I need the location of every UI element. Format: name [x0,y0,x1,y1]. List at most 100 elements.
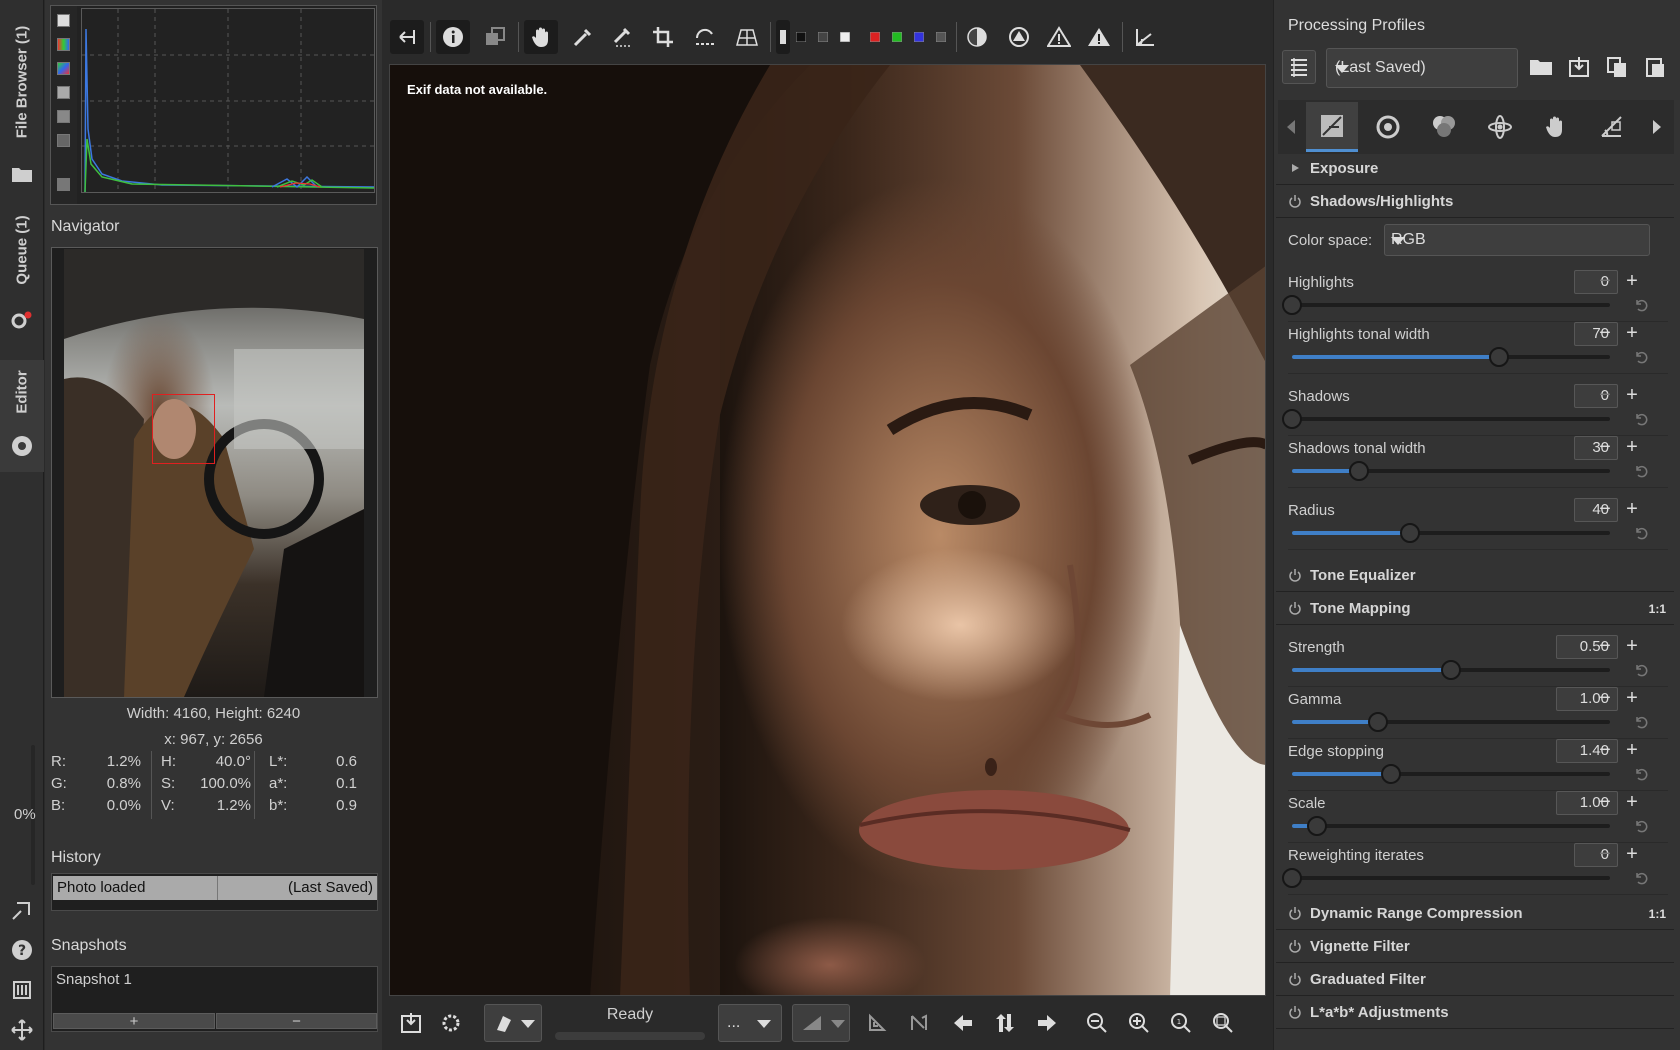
preview-black-swatch[interactable] [790,20,812,54]
color-picker-icon[interactable] [606,20,640,54]
help-icon[interactable]: ? [10,938,34,962]
send-to-editor-icon[interactable] [10,898,34,922]
decrement-button[interactable]: − [1594,791,1616,815]
reset-icon[interactable] [1634,871,1648,885]
profile-selector[interactable]: (Last Saved) [1326,48,1518,88]
increment-button[interactable]: + [1621,322,1643,346]
before-after-icon[interactable] [478,20,512,54]
preview-mode-rgb-button[interactable] [776,20,790,54]
slider-knob[interactable] [1441,660,1461,680]
previous-image-icon[interactable] [948,1006,978,1040]
tab-editor[interactable]: Editor [0,360,44,472]
image-canvas[interactable]: Exif data not available. [389,64,1266,996]
increment-button[interactable]: + [1621,739,1643,763]
section-tone-mapping[interactable]: Tone Mapping 1:1 [1276,593,1674,625]
decrement-button[interactable]: − [1594,739,1616,763]
decrement-button[interactable]: − [1594,843,1616,867]
preview-size-selector[interactable]: ... [718,1004,782,1042]
slider-knob[interactable] [1307,816,1328,836]
profile-list-icon[interactable] [1282,50,1316,84]
section-drc[interactable]: Dynamic Range Compression 1:1 [1276,898,1674,930]
histogram-mode-button[interactable] [57,178,70,191]
slider-knob[interactable] [1488,347,1509,367]
increment-button[interactable]: + [1621,498,1643,522]
increment-button[interactable]: + [1621,436,1643,460]
add-snapshot-button[interactable]: + [53,1013,215,1030]
navigator-preview[interactable] [51,247,378,698]
color-space-selector[interactable]: RGB [1384,224,1650,256]
tab-queue[interactable]: Queue (1) [0,200,44,330]
increment-button[interactable]: + [1621,635,1643,659]
param-slider[interactable] [1282,868,1610,888]
reset-icon[interactable] [1634,526,1648,540]
decrement-button[interactable]: − [1594,270,1616,294]
increment-button[interactable]: + [1621,687,1643,711]
external-editor-selector[interactable] [484,1004,542,1042]
reset-icon[interactable] [1634,663,1648,677]
histogram-rgb-button[interactable] [57,38,70,51]
decrement-button[interactable]: − [1594,322,1616,346]
decrement-button[interactable]: − [1594,498,1616,522]
decrement-button[interactable]: − [1594,436,1616,460]
section-exposure[interactable]: Exposure [1276,153,1674,185]
param-slider[interactable] [1282,295,1610,315]
histogram-luma-button[interactable] [57,62,70,75]
histogram-grid-button[interactable] [57,134,70,147]
slider-knob[interactable] [1282,409,1302,429]
white-balance-picker-icon[interactable] [566,20,600,54]
param-slider[interactable] [1292,816,1610,836]
histogram-raw-button[interactable] [57,14,70,27]
zoom-out-icon[interactable] [1082,1006,1112,1040]
param-slider[interactable] [1292,347,1610,367]
param-slider[interactable] [1292,764,1610,784]
clipping-warning-icon[interactable] [1082,20,1116,54]
output-profile-selector[interactable] [792,1004,850,1042]
slider-knob[interactable] [1380,764,1401,784]
snapshot-item[interactable]: Snapshot 1 [56,971,132,988]
tab-advanced[interactable] [1474,102,1526,152]
tab-scroll-left[interactable] [1278,102,1304,152]
zoom-in-icon[interactable] [1124,1006,1154,1040]
reset-icon[interactable] [1634,715,1648,729]
gamut-warning-icon[interactable] [1042,20,1076,54]
reset-icon[interactable] [1634,350,1648,364]
zoom-fit-icon[interactable] [1208,1006,1238,1040]
flip-vertical-icon[interactable] [862,1006,892,1040]
preferences-icon[interactable] [10,978,34,1002]
tab-details[interactable] [1362,102,1414,152]
preview-blue-channel[interactable] [908,20,930,54]
param-slider[interactable] [1292,461,1610,481]
param-slider[interactable] [1292,712,1610,732]
slider-knob[interactable] [1348,461,1369,481]
reset-icon[interactable] [1634,298,1648,312]
perspective-icon[interactable] [730,20,764,54]
slider-knob[interactable] [1282,868,1302,888]
slider-knob[interactable] [1399,523,1420,543]
tab-file-browser[interactable]: File Browser (1) [0,10,44,182]
reset-icon[interactable] [1634,819,1648,833]
slider-knob[interactable] [1367,712,1388,732]
paste-profile-icon[interactable] [1638,50,1672,84]
hide-left-panel-button[interactable] [390,20,424,54]
preview-luminance-channel[interactable] [930,20,952,54]
preview-red-channel[interactable] [864,20,886,54]
fullscreen-move-icon[interactable] [10,1018,34,1042]
tab-local-adjustments[interactable] [1530,102,1582,152]
section-lab[interactable]: L*a*b* Adjustments [1276,997,1674,1029]
copy-profile-icon[interactable] [1600,50,1634,84]
save-profile-icon[interactable] [1562,50,1596,84]
reset-icon[interactable] [1634,767,1648,781]
crop-icon[interactable] [646,20,680,54]
hide-right-panel-icon[interactable] [1128,20,1162,54]
tab-exposure[interactable] [1306,102,1358,152]
increment-button[interactable]: + [1621,791,1643,815]
save-image-icon[interactable] [396,1006,426,1040]
section-vignette[interactable]: Vignette Filter [1276,931,1674,963]
load-profile-icon[interactable] [1524,50,1558,84]
preview-green-channel[interactable] [886,20,908,54]
slider-knob[interactable] [1282,295,1302,315]
remove-snapshot-button[interactable]: − [216,1013,377,1030]
param-slider[interactable] [1292,660,1610,680]
increment-button[interactable]: + [1621,270,1643,294]
section-shadows-highlights[interactable]: Shadows/Highlights [1276,186,1674,218]
